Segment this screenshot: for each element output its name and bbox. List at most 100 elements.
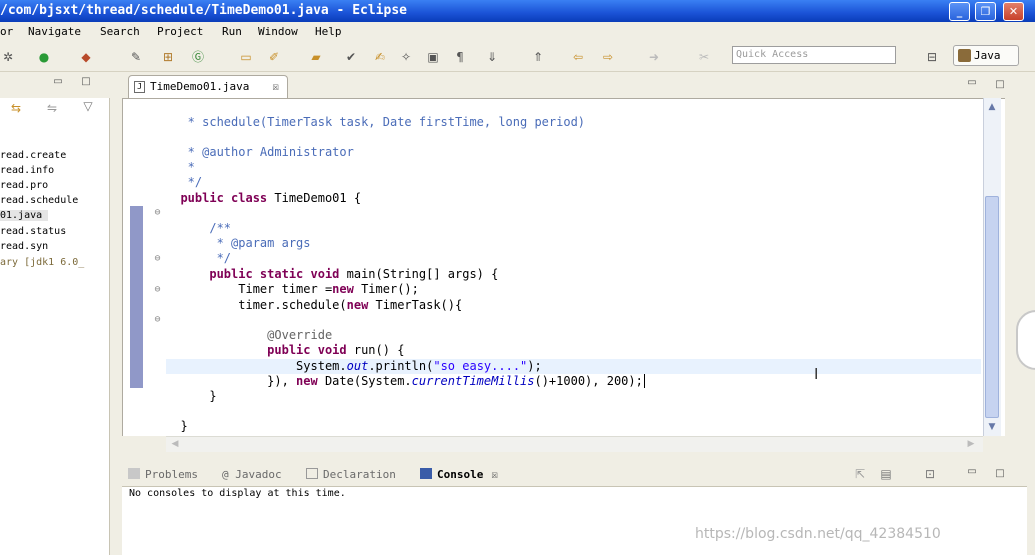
menu-bar: or Navigate Search Project Run Window He… <box>0 22 1035 42</box>
tree-item[interactable]: read.syn <box>0 241 48 252</box>
mouse-ibeam-cursor: Ⅰ <box>814 365 819 383</box>
menu-navigate[interactable]: Navigate <box>28 22 81 42</box>
package-explorer-header: ▭ □ <box>0 72 110 98</box>
tab-declaration[interactable]: Declaration <box>306 468 396 481</box>
open-perspective-icon[interactable]: ⊟ <box>924 49 940 65</box>
open-task-icon[interactable]: ✐ <box>266 49 282 65</box>
tree-item[interactable]: read.create <box>0 150 66 161</box>
scroll-left-icon[interactable]: ◀ <box>168 437 182 451</box>
editor-tab-label: TimeDemo01.java <box>150 80 250 93</box>
maximize-view-icon[interactable]: □ <box>78 74 94 90</box>
horizontal-scrollbar[interactable] <box>166 436 983 452</box>
java-file-icon: J <box>134 81 145 93</box>
editor-tab-timedemo01[interactable]: J TimeDemo01.java ☒ <box>128 75 288 98</box>
code-line: timer.schedule(new TimerTask(){ <box>166 283 462 313</box>
forward-icon[interactable]: ⇨ <box>600 49 616 65</box>
code-text: } <box>180 389 217 403</box>
open-type-icon[interactable]: ▭ <box>238 49 254 65</box>
code-line: * schedule(TimerTask task, Date firstTim… <box>166 100 585 130</box>
close-button[interactable]: ✕ <box>1003 2 1024 21</box>
tab-problems-label: Problems <box>145 468 198 481</box>
code-text: TimerTask(){ <box>375 298 463 312</box>
menu-search[interactable]: Search <box>100 22 140 42</box>
fold-icon[interactable]: ⊖ <box>153 208 162 218</box>
minimize-console-icon[interactable]: ▭ <box>964 464 980 480</box>
code-text: Date(System. <box>324 374 412 388</box>
block-selection-icon[interactable]: ▣ <box>425 49 441 65</box>
tab-problems[interactable]: Problems <box>128 468 198 481</box>
whitespace-icon[interactable]: ✧ <box>398 49 414 65</box>
back-icon[interactable]: ⇦ <box>570 49 586 65</box>
new-package-icon[interactable]: ⊞ <box>160 49 176 65</box>
close-console-icon[interactable]: ☒ <box>491 468 498 481</box>
fold-icon[interactable]: ⊖ <box>153 285 162 295</box>
floating-circle-overlay <box>1016 310 1035 370</box>
code-text: TimeDemo01 { <box>274 191 362 205</box>
new-class-icon[interactable]: Ⓖ <box>190 49 206 65</box>
minimize-editor-icon[interactable]: ▭ <box>964 75 980 91</box>
debug-icon[interactable]: ✲ <box>0 49 16 65</box>
close-tab-icon[interactable]: ☒ <box>272 76 279 98</box>
tree-item[interactable]: read.status <box>0 226 66 237</box>
title-bar: /com/bjsxt/thread/schedule/TimeDemo01.ja… <box>0 0 1035 22</box>
maximize-editor-icon[interactable]: □ <box>992 77 1008 93</box>
skip-breakpoints-icon[interactable]: ✎ <box>128 49 144 65</box>
minimize-view-icon[interactable]: ▭ <box>50 74 66 90</box>
collapse-all-icon[interactable]: ⇆ <box>8 100 24 116</box>
console-message: No consoles to display at this time. <box>129 488 346 499</box>
code-text: timer.schedule( <box>180 298 347 312</box>
scroll-right-icon[interactable]: ▶ <box>964 437 978 451</box>
display-console-icon[interactable]: ▤ <box>878 466 894 482</box>
maximize-button[interactable]: ❐ <box>975 2 996 21</box>
code-keyword: public class <box>180 191 275 205</box>
toggle-mark-icon[interactable]: ✔ <box>343 49 359 65</box>
tree-item[interactable]: read.schedule <box>0 195 78 206</box>
watermark: https://blog.csdn.net/qq_42384510 <box>695 526 941 542</box>
menu-window[interactable]: Window <box>258 22 298 42</box>
scroll-down-icon[interactable]: ▼ <box>985 420 999 434</box>
tree-item-library[interactable]: ary [jdk1 6.0_ <box>0 257 84 268</box>
last-edit-icon[interactable]: ➜ <box>646 49 662 65</box>
minimize-button[interactable]: _ <box>949 2 970 21</box>
prev-annotation-icon[interactable]: ⇑ <box>530 49 546 65</box>
pin-icon[interactable]: ✂ <box>696 49 712 65</box>
text-caret: ​ <box>643 374 645 388</box>
link-editor-icon[interactable]: ⇋ <box>44 100 60 116</box>
code-line: public class TimeDemo01 { <box>166 176 361 206</box>
pin-console-icon[interactable]: ⇱ <box>852 466 868 482</box>
quick-access-input[interactable]: Quick Access <box>732 46 896 64</box>
highlight-icon[interactable]: ✍ <box>372 49 388 65</box>
menu-help[interactable]: Help <box>315 22 342 42</box>
run-icon[interactable]: ● <box>36 49 52 65</box>
vertical-scroll-thumb[interactable] <box>985 196 999 418</box>
code-keyword: new <box>296 374 325 388</box>
tree-item[interactable]: read.pro <box>0 180 48 191</box>
search-icon[interactable]: ▰ <box>308 49 324 65</box>
fold-icon[interactable]: ⊖ <box>153 315 162 325</box>
tab-javadoc[interactable]: @ Javadoc <box>222 468 282 481</box>
tree-item-selected[interactable]: 01.java <box>0 210 49 221</box>
code-text: * schedule(TimerTask task, Date firstTim… <box>180 115 586 129</box>
code-line: } <box>166 404 187 434</box>
next-annotation-icon[interactable]: ⇓ <box>484 49 500 65</box>
view-menu-icon[interactable]: ▽ <box>80 98 96 114</box>
maximize-console-icon[interactable]: □ <box>992 466 1008 482</box>
declaration-icon <box>306 468 318 479</box>
menu-editor[interactable]: or <box>0 22 13 42</box>
menu-run[interactable]: Run <box>222 22 242 42</box>
tree-item[interactable]: read.info <box>0 165 54 176</box>
code-line: } <box>166 374 217 404</box>
tab-console[interactable]: Console ☒ <box>420 468 498 481</box>
run-external-icon[interactable]: ◆ <box>78 49 94 65</box>
open-console-icon[interactable]: ⊡ <box>922 466 938 482</box>
java-perspective-icon <box>958 49 971 62</box>
window-title: /com/bjsxt/thread/schedule/TimeDemo01.ja… <box>0 3 407 18</box>
package-explorer: ▭ □ ⇆ ⇋ ▽ <box>0 72 110 555</box>
scroll-up-icon[interactable]: ▲ <box>985 100 999 114</box>
show-whitespace-icon[interactable]: ¶ <box>452 49 468 65</box>
fold-icon[interactable]: ⊖ <box>153 254 162 264</box>
java-perspective-button[interactable]: Java <box>953 45 1019 66</box>
menu-project[interactable]: Project <box>157 22 203 42</box>
code-text: * @author Administrator <box>180 145 354 159</box>
javadoc-icon: @ <box>222 468 236 481</box>
